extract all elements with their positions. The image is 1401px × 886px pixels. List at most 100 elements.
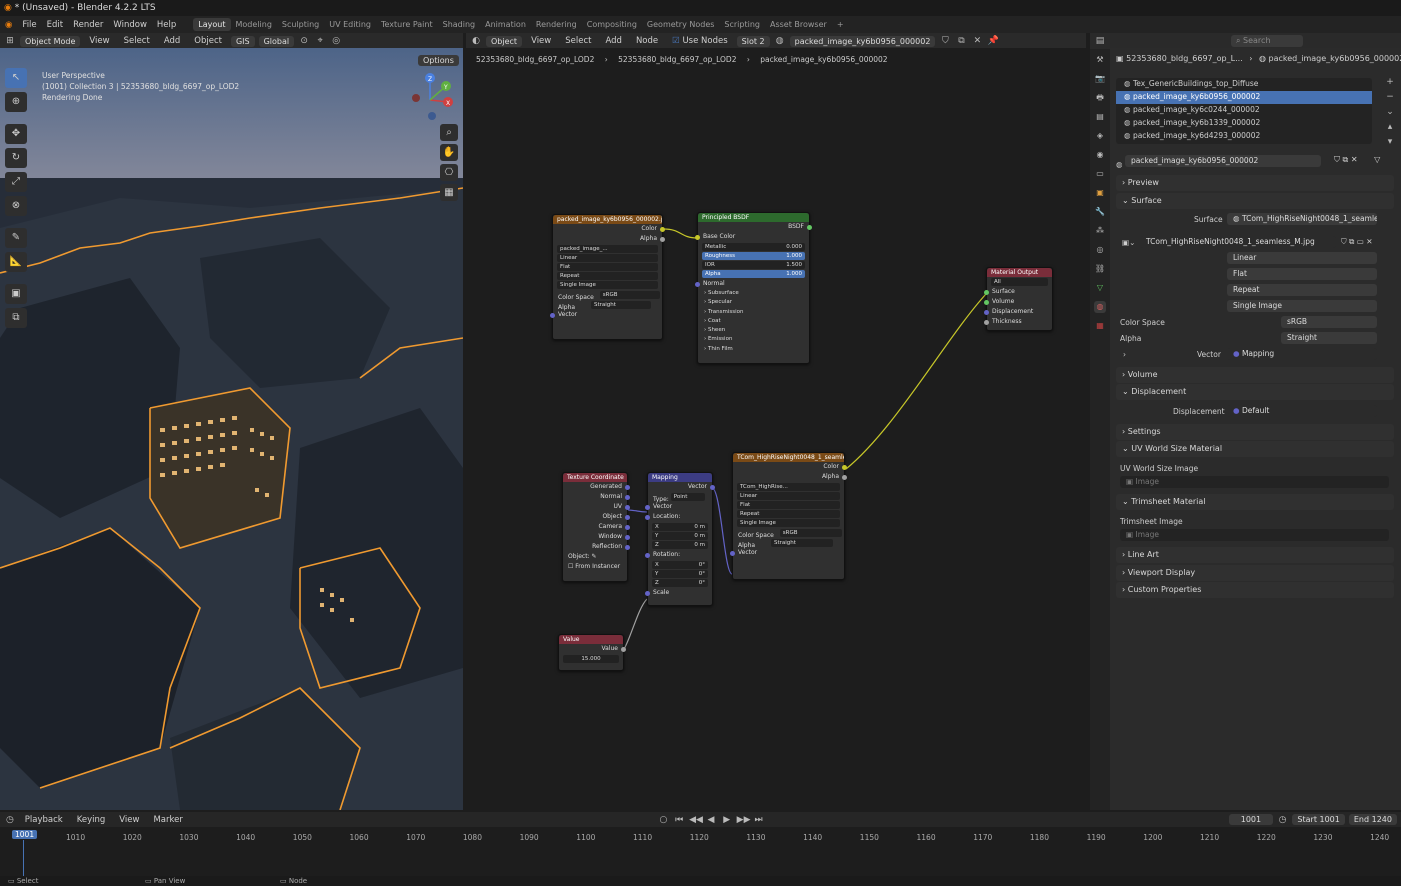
displacement-input-field[interactable]: ● Default — [1227, 405, 1377, 417]
extension-select[interactable]: Repeat — [1227, 284, 1377, 296]
panel-volume[interactable]: › Volume — [1116, 367, 1394, 383]
add-slot-icon[interactable]: + — [1384, 76, 1396, 88]
duplicate-icon[interactable]: ⧉ — [1343, 155, 1349, 164]
modifier-tab-icon[interactable]: 🔧 — [1094, 206, 1106, 218]
mode-select[interactable]: Object Mode — [20, 35, 81, 47]
subpanel-specular[interactable]: › Specular — [704, 298, 809, 307]
alpha-select[interactable]: Straight — [1281, 332, 1377, 344]
location-z-field[interactable]: Z 0 m — [652, 541, 708, 549]
socket-dot[interactable] — [842, 465, 847, 470]
move-down-icon[interactable]: ▾ — [1384, 136, 1396, 148]
workspace-tab-compositing[interactable]: Compositing — [582, 18, 642, 31]
menu-window[interactable]: Window — [108, 20, 152, 30]
material-slots-list[interactable]: ◍ Tex_GenericBuildings_top_Diffuse ◍ pac… — [1116, 78, 1372, 144]
from-instancer-checkbox[interactable]: ☐ From Instancer — [563, 562, 627, 572]
use-nodes-checkbox[interactable]: ☑ Use Nodes — [667, 36, 733, 46]
unlink-material-close-icon[interactable]: ✕ — [971, 35, 983, 47]
scene-tab-icon[interactable]: ◈ — [1094, 130, 1106, 142]
trimsheet-image-field[interactable]: ▣ Image — [1120, 529, 1389, 541]
socket-dot[interactable] — [984, 290, 989, 295]
socket-dot[interactable] — [645, 553, 650, 558]
pivot-icon[interactable]: ⊙ — [298, 35, 310, 47]
node-texture-coordinate[interactable]: Texture Coordinate Generated Normal UV O… — [562, 472, 630, 582]
subpanel-coat[interactable]: › Coat — [704, 317, 809, 326]
panel-trimsheet[interactable]: ⌄ Trimsheet Material — [1116, 494, 1394, 510]
panel-line-art[interactable]: › Line Art — [1116, 547, 1394, 563]
color-space-select[interactable]: sRGB — [1281, 316, 1377, 328]
image-browse-icon[interactable]: ▣⌄ — [1122, 238, 1135, 247]
output-target-select[interactable]: All — [991, 278, 1048, 286]
scale-icon[interactable]: ⤢ — [5, 172, 27, 192]
subpanel-sheen[interactable]: › Sheen — [704, 326, 809, 335]
panel-custom-properties[interactable]: › Custom Properties — [1116, 582, 1394, 598]
socket-dot[interactable] — [842, 475, 847, 480]
image-fake-user-icon[interactable]: ⛉ — [1341, 237, 1347, 246]
slot-menu-chevron-icon[interactable]: ⌄ — [1384, 106, 1396, 118]
shader-type-select[interactable]: Object — [486, 35, 523, 47]
uv-world-image-field[interactable]: ▣ Image — [1120, 476, 1389, 488]
socket-dot[interactable] — [710, 485, 715, 490]
annotate-icon[interactable]: ✎ — [5, 228, 27, 248]
surface-shader-field[interactable]: ◍ TCom_HighRiseNight0048_1_seamles... — [1227, 213, 1377, 225]
add-object-icon[interactable]: ⧉ — [5, 308, 27, 328]
texture-tab-icon[interactable]: ▦ — [1094, 320, 1106, 332]
select-box-icon[interactable]: ↖ — [5, 68, 27, 88]
material-tab-icon[interactable]: ◍ — [1094, 301, 1106, 313]
data-tab-icon[interactable]: ▽ — [1094, 282, 1106, 294]
workspace-tab-scripting[interactable]: Scripting — [719, 18, 765, 31]
node-image-texture-2[interactable]: TCom_HighRiseNight0048_1_seamles... Colo… — [730, 452, 847, 580]
socket-dot[interactable] — [645, 515, 650, 520]
workspace-tab-texture-paint[interactable]: Texture Paint — [376, 18, 438, 31]
subpanel-subsurface[interactable]: › Subsurface — [704, 289, 809, 298]
blender-menu-icon[interactable]: ◉ — [0, 20, 17, 30]
material-slot-item[interactable]: ◍ packed_image_ky6d4293_000002 — [1116, 130, 1372, 143]
workspace-tab-shading[interactable]: Shading — [438, 18, 481, 31]
color-space-select[interactable]: sRGB — [599, 291, 660, 299]
menu-file[interactable]: File — [17, 20, 41, 30]
editor-type-node-icon[interactable]: ◐ — [470, 35, 482, 47]
socket-dot[interactable] — [625, 485, 630, 490]
viewport-menu-add[interactable]: Add — [159, 36, 185, 46]
socket-dot[interactable] — [660, 227, 665, 232]
timeline[interactable]: ◷ Playback Keying View Marker ○ ⏮ ◀◀ ◀ ▶… — [0, 812, 1401, 876]
move-up-icon[interactable]: ▴ — [1384, 121, 1396, 133]
material-slot-item[interactable]: ◍ packed_image_ky6c0244_000002 — [1116, 104, 1372, 117]
socket-dot[interactable] — [645, 505, 650, 510]
socket-dot[interactable] — [984, 320, 989, 325]
workspace-tab-rendering[interactable]: Rendering — [531, 18, 582, 31]
panel-surface[interactable]: ⌄ Surface — [1116, 193, 1394, 209]
ior-field[interactable]: IOR 1.500 — [702, 261, 805, 269]
fake-user-shield-icon[interactable]: ⛉ — [939, 35, 951, 47]
node-principled-bsdf[interactable]: Principled BSDF BSDF Base Color Metallic… — [695, 212, 812, 364]
rotation-x-field[interactable]: X 0° — [652, 561, 708, 569]
physics-tab-icon[interactable]: ◎ — [1094, 244, 1106, 256]
material-name-input[interactable]: packed_image_ky6b0956_000002 — [1124, 155, 1321, 167]
interpolation-select[interactable]: Linear — [1227, 252, 1377, 264]
subpanel-thin-film[interactable]: › Thin Film — [704, 345, 809, 354]
menu-edit[interactable]: Edit — [42, 20, 68, 30]
socket-dot[interactable] — [730, 551, 735, 556]
projection-select[interactable]: Flat — [1227, 268, 1377, 280]
world-tab-icon[interactable]: ◉ — [1094, 149, 1106, 161]
camera-view-icon[interactable]: ⎔ — [440, 164, 458, 181]
fake-user-icon[interactable]: ⛉ — [1334, 155, 1340, 164]
panel-preview[interactable]: › Preview — [1116, 175, 1394, 191]
socket-dot[interactable] — [695, 282, 700, 287]
socket-dot[interactable] — [625, 505, 630, 510]
vector-expand-chevron-icon[interactable]: › — [1123, 350, 1126, 359]
interpolation-select[interactable]: Linear — [737, 492, 840, 500]
socket-dot[interactable] — [660, 237, 665, 242]
collection-tab-icon[interactable]: ▭ — [1094, 168, 1106, 180]
editor-type-3d-icon[interactable]: ⊞ — [4, 35, 16, 47]
constraints-tab-icon[interactable]: ⛓ — [1094, 263, 1106, 275]
object-tab-icon[interactable]: ▣ — [1094, 187, 1106, 199]
image-unlink-close-icon[interactable]: ✕ — [1366, 237, 1372, 246]
location-y-field[interactable]: Y 0 m — [652, 532, 708, 540]
eyedropper-icon[interactable]: ✎ — [591, 553, 596, 560]
rotation-y-field[interactable]: Y 0° — [652, 570, 708, 578]
unlink-close-icon[interactable]: ✕ — [1351, 155, 1358, 164]
node-mapping[interactable]: Mapping Vector Type: Point Vector Locati… — [645, 472, 715, 606]
source-select[interactable]: Single Image — [1227, 300, 1377, 312]
panel-viewport-display[interactable]: › Viewport Display — [1116, 565, 1394, 581]
transform-icon[interactable]: ⊗ — [5, 196, 27, 216]
